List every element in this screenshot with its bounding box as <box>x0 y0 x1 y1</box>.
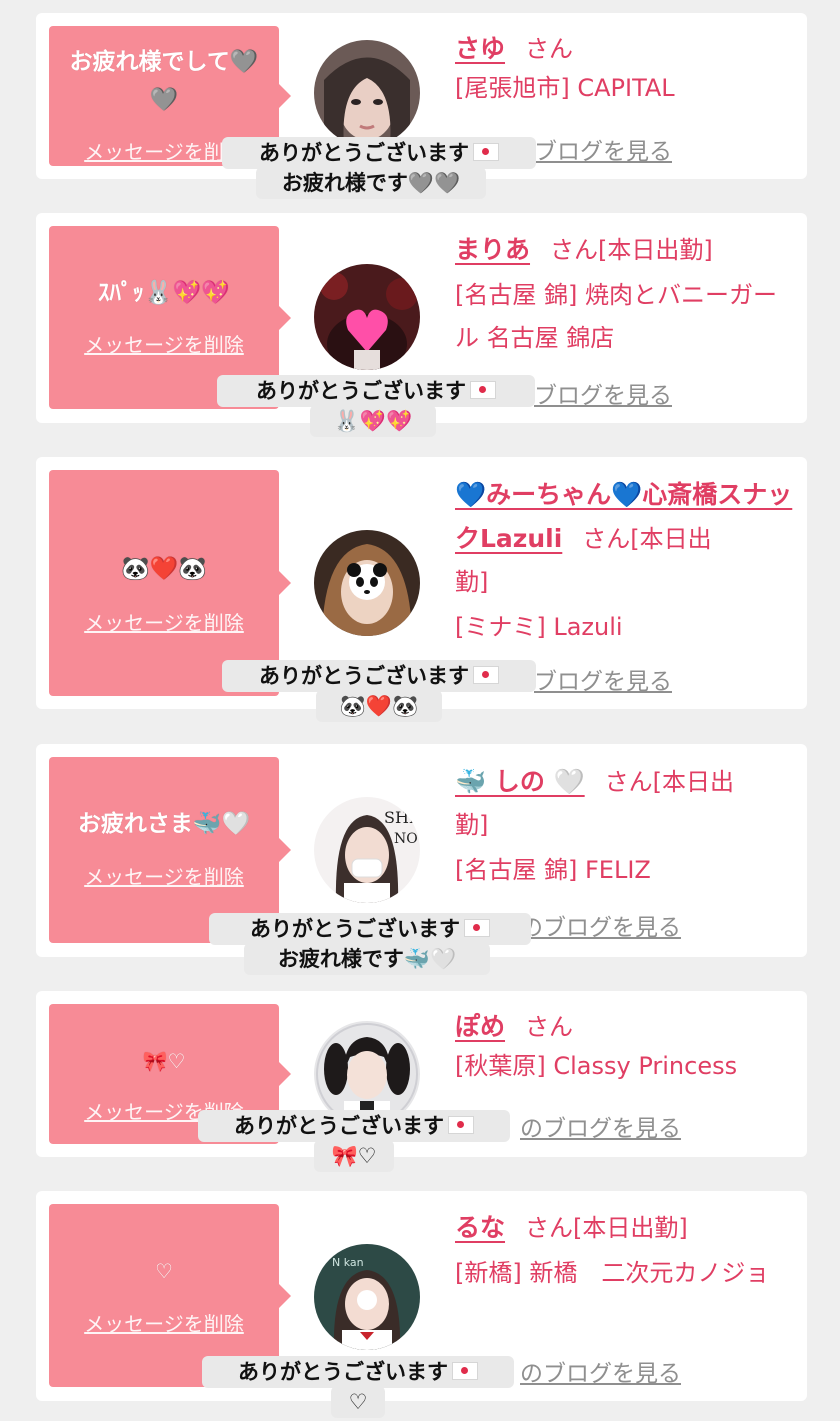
message-line: 🩶 <box>149 87 179 113</box>
cast-info: ぽめ さん [秋葉原] Classy Princess <box>455 1007 800 1088</box>
cast-info: るな さん[本日出勤] [新橋] 新橋 二次元カノジョ <box>455 1207 800 1295</box>
svg-text:SHI: SHI <box>384 808 415 827</box>
reply-text: ありがとうございます <box>256 379 466 403</box>
honorific: さん <box>525 1013 574 1041</box>
cast-avatar[interactable] <box>314 40 420 146</box>
reply-line: ありがとうございます <box>230 661 528 691</box>
message-line: 🎀♡ <box>142 1049 186 1073</box>
message-text: お疲れ様でして🩶 🩶 <box>49 43 279 119</box>
message-text: 🐼❤️🐼 <box>49 550 279 588</box>
reply-popup-line2: 🎀♡ <box>314 1140 394 1172</box>
love-letter-icon <box>452 1362 478 1380</box>
honorific: さん <box>525 1214 574 1242</box>
cast-name-link[interactable]: るな <box>455 1213 505 1242</box>
cast-name-link[interactable]: ぽめ <box>455 1012 505 1041</box>
cast-info: さゆ さん [尾張旭市] CAPITAL <box>455 29 800 110</box>
view-blog-link[interactable]: のブログを見る <box>520 1354 681 1388</box>
cast-shop: [ミナミ] Lazuli <box>455 613 623 641</box>
reply-line: ありがとうございます <box>217 914 523 944</box>
view-blog-link[interactable]: のブログを見る <box>520 908 681 942</box>
cast-info: まりあ さん[本日出勤] [名古屋 錦] 焼肉とバニーガール 名古屋 錦店 <box>455 229 800 360</box>
honorific: さん <box>525 35 574 63</box>
love-letter-icon <box>448 1116 474 1134</box>
delete-message-link[interactable]: メッセージを削除 <box>49 607 279 636</box>
love-letter-icon <box>473 143 499 161</box>
love-letter-icon <box>473 666 499 684</box>
reply-text: ありがとうございます <box>259 141 469 165</box>
reply-popup: ありがとうございます <box>217 375 535 407</box>
shift-status: [本日出勤] <box>598 236 713 264</box>
shift-status: [本日出 <box>630 525 712 553</box>
reply-popup-line2: お疲れ様です🩶🩶 <box>256 167 486 199</box>
cast-info: 💙みーちゃん💙心斎橋スナックLazuli さん[本日出 勤] [ミナミ] Lazu… <box>455 473 800 649</box>
cast-avatar[interactable]: SHI NO <box>314 797 420 903</box>
reply-line: ありがとうございます <box>230 138 528 168</box>
cast-shop: [尾張旭市] CAPITAL <box>455 74 675 102</box>
cast-avatar[interactable] <box>314 530 420 636</box>
reply-popup: ありがとうございます <box>202 1356 514 1388</box>
reply-popup: ありがとうございます <box>209 913 531 945</box>
view-blog-link[interactable]: ブログを見る <box>534 376 672 410</box>
cast-name-link[interactable]: 🐳 しの 🤍 <box>455 767 585 796</box>
reply-line: ありがとうございます <box>210 1357 506 1387</box>
cast-shop: [名古屋 錦] 焼肉とバニーガール 名古屋 錦店 <box>455 281 777 352</box>
cast-name-link[interactable]: さゆ <box>455 34 505 63</box>
cast-shop: [新橋] 新橋 二次元カノジョ <box>455 1259 770 1287</box>
honorific: さん <box>582 525 631 553</box>
message-line: ♡ <box>155 1259 173 1283</box>
message-line: お疲れさま🐳🤍 <box>77 811 251 837</box>
reply-text: ありがとうございます <box>259 664 469 688</box>
honorific: さん <box>604 768 653 796</box>
love-letter-icon <box>470 381 496 399</box>
svg-text:N kan: N kan <box>332 1256 364 1269</box>
reply-text: ありがとうございます <box>234 1114 444 1138</box>
message-line: お疲れ様でして🩶 <box>69 49 259 75</box>
shift-status: [本日出勤] <box>573 1214 688 1242</box>
cast-shop: [秋葉原] Classy Princess <box>455 1052 738 1080</box>
message-text: ♡ <box>49 1252 279 1290</box>
reply-text: ありがとうございます <box>250 917 460 941</box>
message-text: ｽﾊﾟｯ🐰💖💖 <box>49 274 279 312</box>
delete-message-link[interactable]: メッセージを削除 <box>49 861 279 890</box>
honorific: さん <box>550 236 599 264</box>
love-letter-icon <box>464 919 490 937</box>
delete-message-link[interactable]: メッセージを削除 <box>49 329 279 358</box>
reply-popup-line2: ♡ <box>331 1386 385 1418</box>
message-line: 🐼❤️🐼 <box>121 556 207 582</box>
message-text: 🎀♡ <box>49 1042 279 1080</box>
reply-popup: ありがとうございます <box>198 1110 510 1142</box>
view-blog-link[interactable]: ブログを見る <box>534 662 672 696</box>
cast-info: 🐳 しの 🤍 さん[本日出 勤] [名古屋 錦] FELIZ <box>455 760 800 892</box>
message-line: ｽﾊﾟｯ🐰💖💖 <box>98 280 230 306</box>
cast-name-link[interactable]: まりあ <box>455 235 530 264</box>
cast-avatar[interactable] <box>314 264 420 370</box>
reply-popup-line2: 🐰💖💖 <box>310 405 436 437</box>
reply-text: ありがとうございます <box>238 1360 448 1384</box>
view-blog-link[interactable]: のブログを見る <box>520 1109 681 1143</box>
delete-message-link[interactable]: メッセージを削除 <box>49 1308 279 1337</box>
reply-popup-line2: お疲れ様です🐳🤍 <box>244 943 490 975</box>
shift-status: [本日出 <box>652 768 735 796</box>
cast-avatar[interactable]: N kan <box>314 1244 420 1350</box>
view-blog-link[interactable]: ブログを見る <box>534 132 672 166</box>
shift-status-cont: 勤] <box>455 811 489 839</box>
shift-status-cont: 勤] <box>455 568 489 596</box>
reply-popup: ありがとうございます <box>222 660 536 692</box>
svg-text:NO: NO <box>394 831 418 847</box>
cast-shop: [名古屋 錦] FELIZ <box>455 856 651 884</box>
reply-line: ありがとうございます <box>225 376 527 406</box>
message-text: お疲れさま🐳🤍 <box>49 805 279 843</box>
reply-line: ありがとうございます <box>206 1111 502 1141</box>
reply-popup: ありがとうございます <box>222 137 536 169</box>
reply-popup-line2: 🐼❤️🐼 <box>316 690 442 722</box>
